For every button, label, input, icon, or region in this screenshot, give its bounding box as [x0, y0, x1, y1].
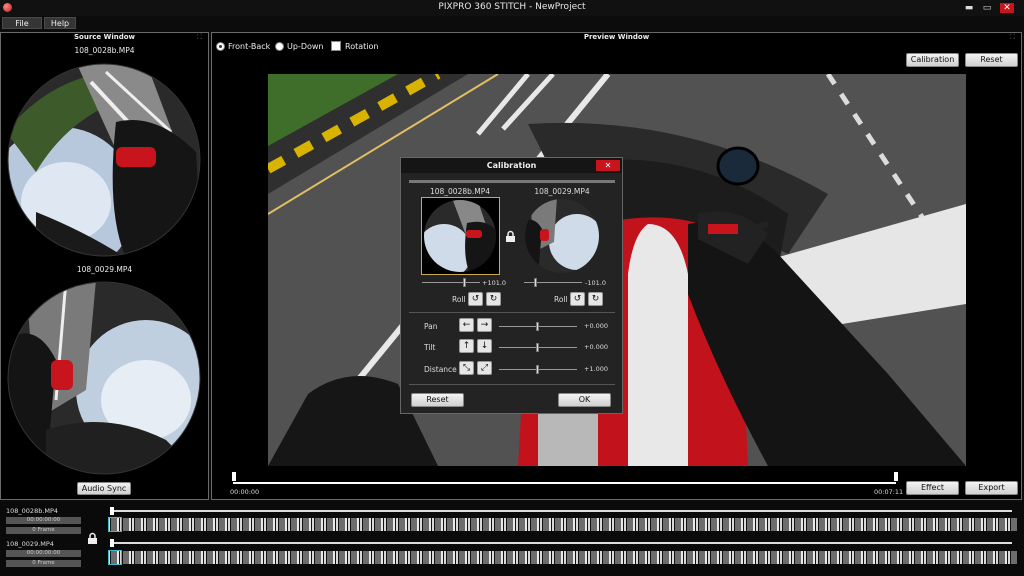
up-down-label: Up-Down [287, 42, 324, 51]
calibration-close-button[interactable]: ✕ [596, 160, 620, 171]
left-offset-slider-knob[interactable] [463, 278, 466, 287]
distance-value: +1.000 [584, 365, 609, 373]
left-roll-cw-button[interactable]: ↻ [486, 292, 501, 306]
pan-left-button[interactable]: ← [459, 318, 474, 332]
left-roll-label: Roll [452, 295, 466, 304]
menu-bar [0, 16, 1024, 30]
calibration-ok-button[interactable]: OK [558, 393, 611, 407]
track-b-frame: 0 Frame [6, 560, 81, 567]
timeline-area [0, 502, 1024, 576]
source-file-b-name: 108_0029.MP4 [76, 265, 133, 274]
pan-right-button[interactable]: → [477, 318, 492, 332]
expand-icon[interactable]: ⛶ [1010, 33, 1015, 42]
right-offset-slider[interactable] [524, 282, 582, 283]
left-offset-slider[interactable] [422, 282, 480, 283]
pan-value: +0.000 [584, 322, 609, 330]
distance-label: Distance [424, 365, 457, 374]
close-button[interactable]: ✕ [1000, 3, 1014, 13]
minimize-button[interactable]: ▬ [962, 3, 976, 13]
track-b-current-frame[interactable] [108, 550, 122, 565]
tilt-value: +0.000 [584, 343, 609, 351]
right-offset-value: -101.0 [585, 279, 606, 287]
tilt-label: Tilt [424, 343, 436, 352]
menu-help[interactable]: Help [44, 17, 76, 29]
audio-sync-button[interactable]: Audio Sync [77, 482, 131, 495]
preview-time-end: 00:07:11 [874, 488, 904, 496]
track-a-current-frame[interactable] [108, 517, 122, 532]
track-a-frame: 0 Frame [6, 527, 81, 534]
calibration-left-preview[interactable] [421, 197, 500, 275]
menu-file[interactable]: File [2, 17, 42, 29]
tilt-down-button[interactable]: ↓ [477, 339, 492, 353]
lock-icon[interactable] [504, 230, 517, 243]
dialog-divider [409, 384, 615, 385]
track-a-filmstrip[interactable] [108, 518, 1017, 531]
left-roll-ccw-button[interactable]: ↺ [468, 292, 483, 306]
preview-window-title: Preview Window [583, 33, 650, 41]
front-back-label: Front-Back [228, 42, 271, 51]
right-roll-ccw-button[interactable]: ↺ [570, 292, 585, 306]
left-offset-value: +101.0 [482, 279, 507, 287]
preview-timeline-end-handle[interactable] [894, 472, 898, 481]
front-back-radio[interactable] [216, 42, 225, 51]
track-a-timecode: 00:00:00:00 [6, 517, 81, 524]
track-b-scrub-bar[interactable] [112, 542, 1012, 544]
preview-time-start: 00:00:00 [230, 488, 260, 496]
track-a-scrub-handle[interactable] [110, 507, 114, 515]
source-fisheye-b [6, 280, 202, 476]
reset-button[interactable]: Reset [965, 53, 1018, 67]
export-button[interactable]: Export [965, 481, 1018, 495]
rotation-label: Rotation [345, 42, 379, 51]
source-window-title: Source Window [73, 33, 135, 41]
track-b-timecode: 00:00:00:00 [6, 550, 81, 557]
dialog-divider [409, 312, 615, 313]
calibration-right-preview[interactable] [522, 197, 602, 275]
track-b-filmstrip[interactable] [108, 551, 1017, 564]
pan-label: Pan [424, 322, 438, 331]
right-roll-label: Roll [554, 295, 568, 304]
distance-increase-button[interactable]: ⤢ [477, 361, 492, 375]
right-roll-cw-button[interactable]: ↻ [588, 292, 603, 306]
track-b-scrub-handle[interactable] [110, 539, 114, 547]
distance-slider-knob[interactable] [536, 365, 539, 374]
calibration-button[interactable]: Calibration [906, 53, 959, 67]
pan-slider-knob[interactable] [536, 322, 539, 331]
right-offset-slider-knob[interactable] [534, 278, 537, 287]
track-a-name: 108_0028b.MP4 [6, 507, 59, 515]
rotation-checkbox[interactable] [331, 41, 341, 51]
track-a-scrub-bar[interactable] [112, 510, 1012, 512]
timeline-lock-icon[interactable] [86, 532, 99, 545]
source-file-a-name: 108_0028b.MP4 [74, 46, 135, 55]
window-title: PIXPRO 360 STITCH - NewProject [438, 2, 586, 12]
dialog-divider [409, 180, 615, 183]
preview-timeline-start-handle[interactable] [232, 472, 236, 481]
effect-button[interactable]: Effect [906, 481, 959, 495]
expand-icon[interactable]: ⛶ [197, 33, 202, 42]
calibration-right-file: 108_0029.MP4 [534, 187, 590, 196]
tilt-slider-knob[interactable] [536, 343, 539, 352]
distance-decrease-button[interactable]: ⤡ [459, 361, 474, 375]
maximize-button[interactable]: ▭ [980, 3, 994, 13]
preview-timeline-track[interactable] [233, 482, 896, 484]
up-down-radio[interactable] [275, 42, 284, 51]
source-fisheye-a [6, 62, 202, 258]
calibration-reset-button[interactable]: Reset [411, 393, 464, 407]
track-b-name: 108_0029.MP4 [6, 540, 54, 548]
calibration-left-file: 108_0028b.MP4 [429, 187, 491, 196]
tilt-up-button[interactable]: ↑ [459, 339, 474, 353]
calibration-dialog-title: Calibration [486, 161, 537, 170]
